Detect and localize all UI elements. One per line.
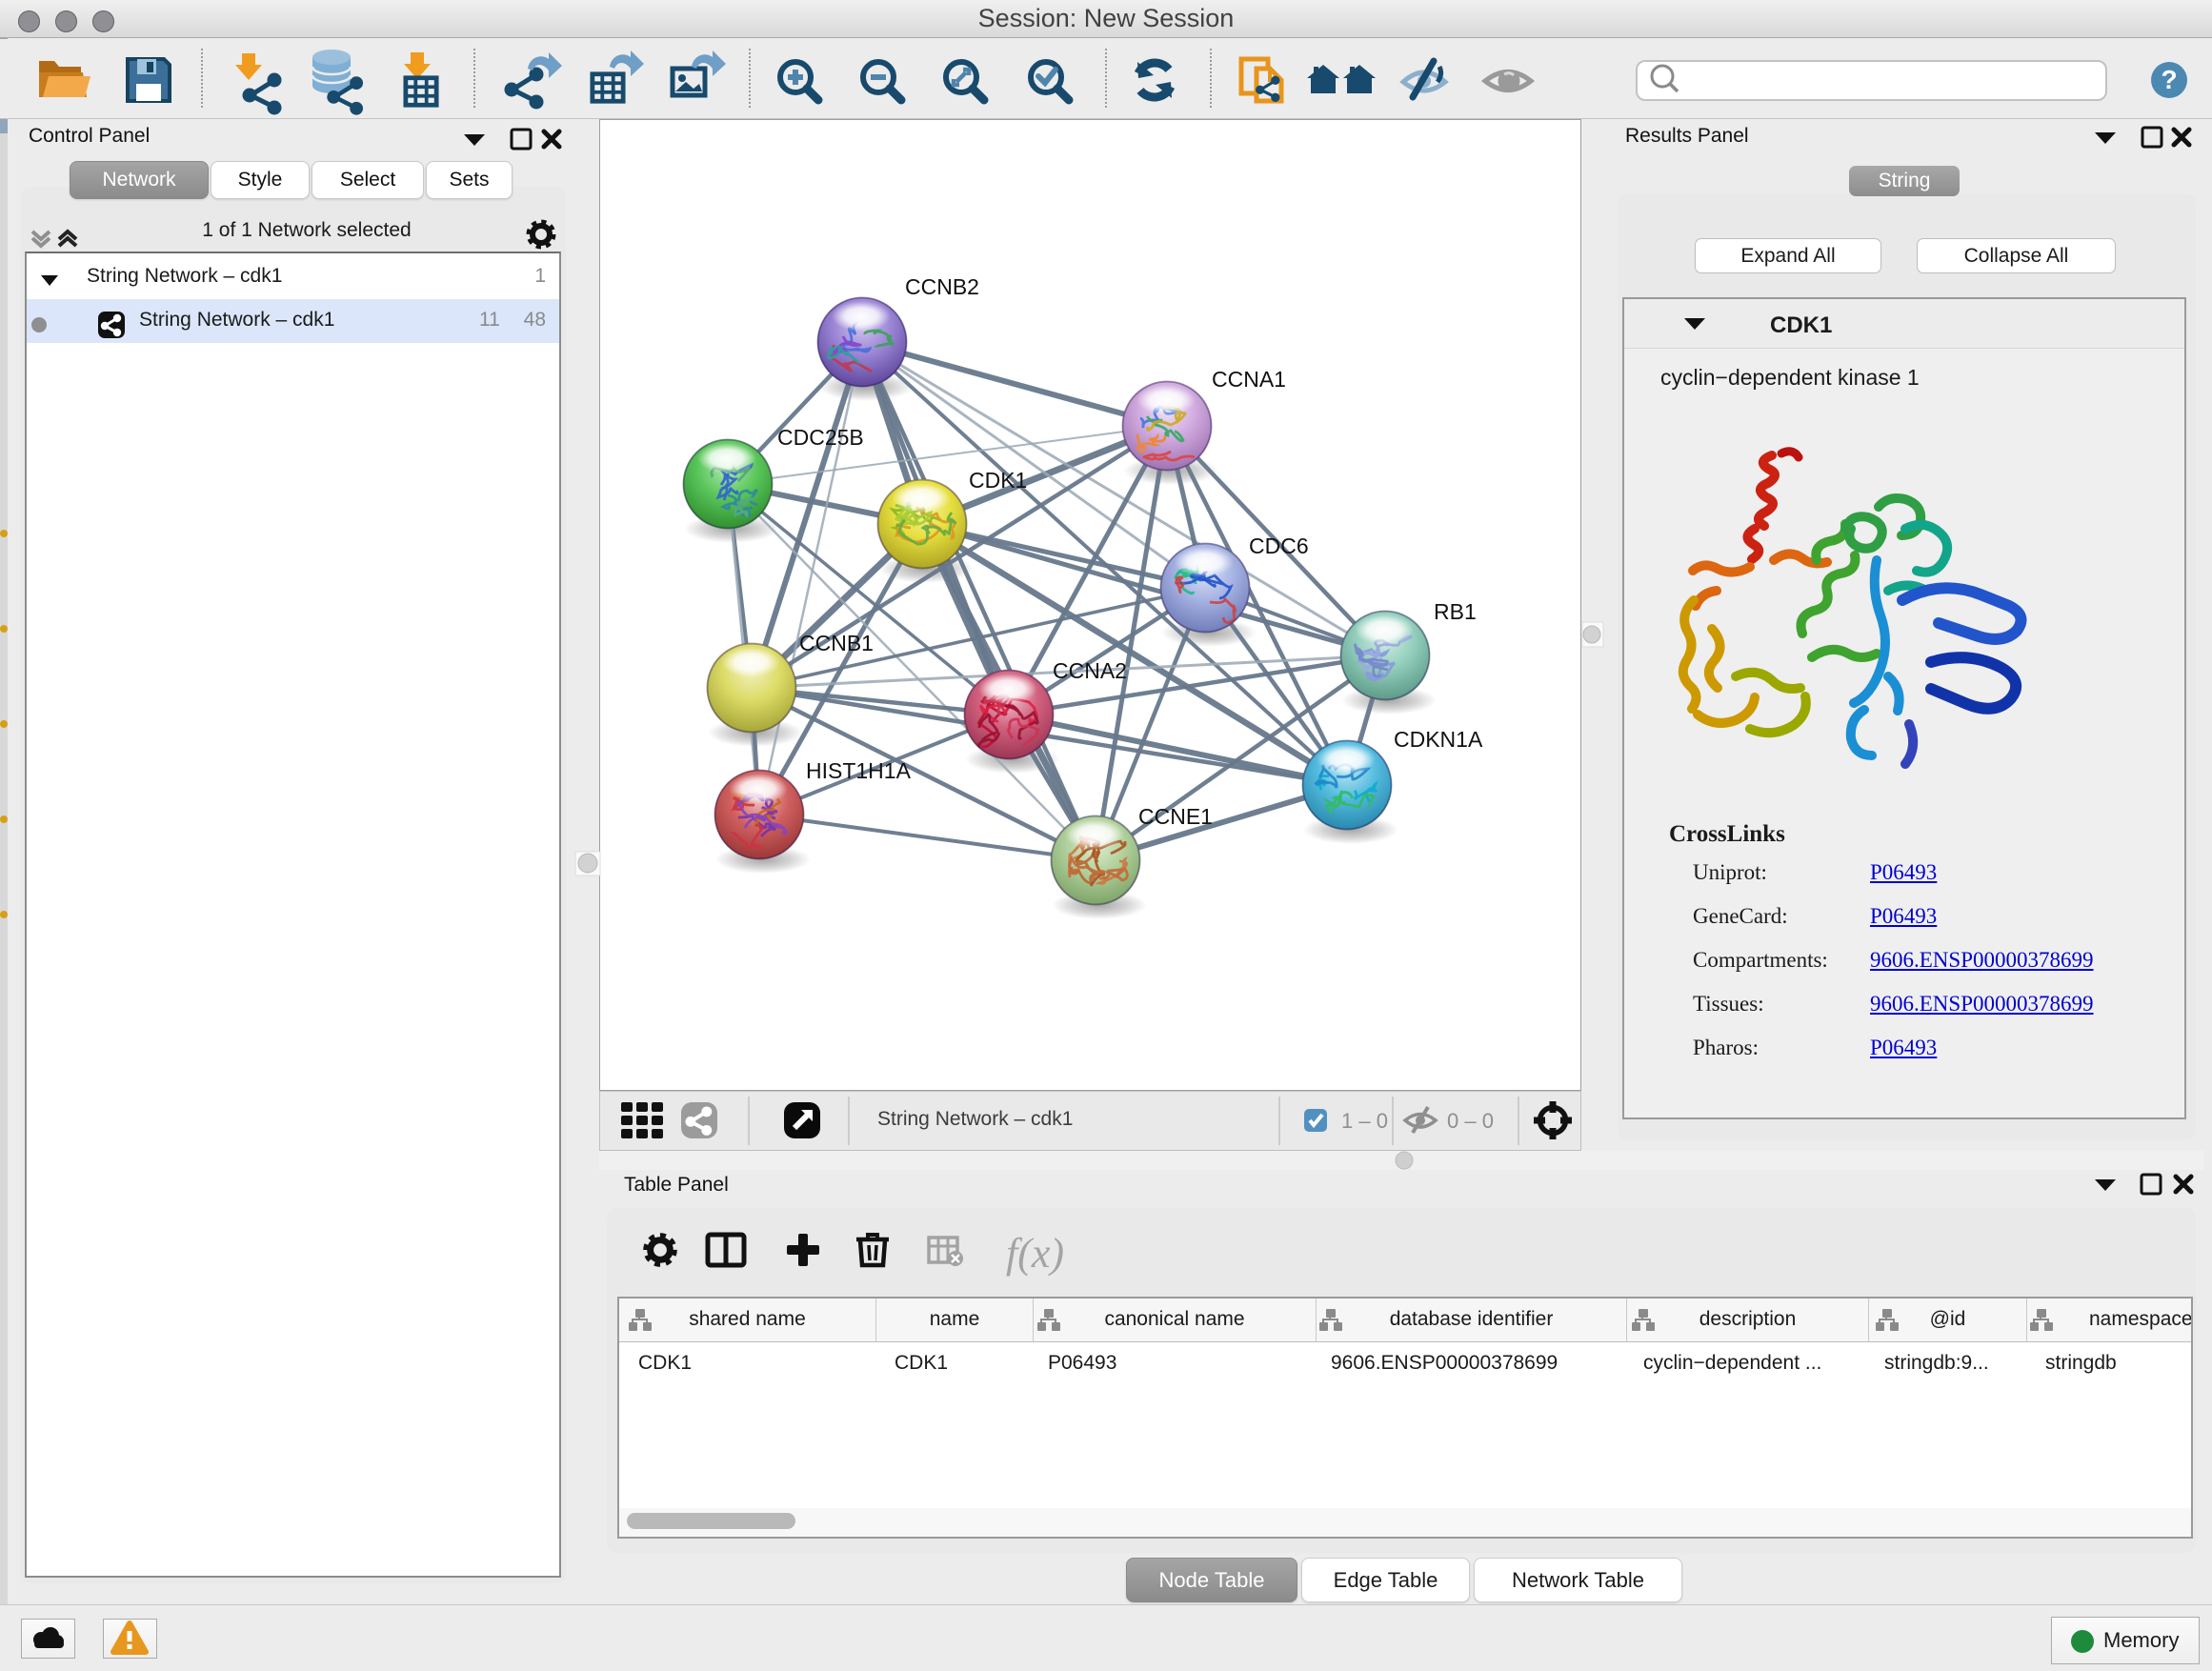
svg-text:CCNA1: CCNA1: [1212, 367, 1286, 392]
svg-text:CDK1: CDK1: [969, 468, 1027, 493]
svg-text:CDKN1A: CDKN1A: [1394, 727, 1483, 752]
svg-text:CCNB2: CCNB2: [905, 274, 979, 299]
svg-text:?: ?: [2161, 65, 2177, 94]
svg-text:CDC25B: CDC25B: [777, 425, 864, 450]
svg-text:CDC6: CDC6: [1249, 534, 1309, 558]
svg-text:CCNA2: CCNA2: [1053, 658, 1127, 683]
svg-text:HIST1H1A: HIST1H1A: [806, 758, 912, 783]
svg-text:CCNE1: CCNE1: [1138, 804, 1213, 829]
svg-text:CCNB1: CCNB1: [799, 631, 874, 655]
svg-text:RB1: RB1: [1434, 599, 1477, 624]
